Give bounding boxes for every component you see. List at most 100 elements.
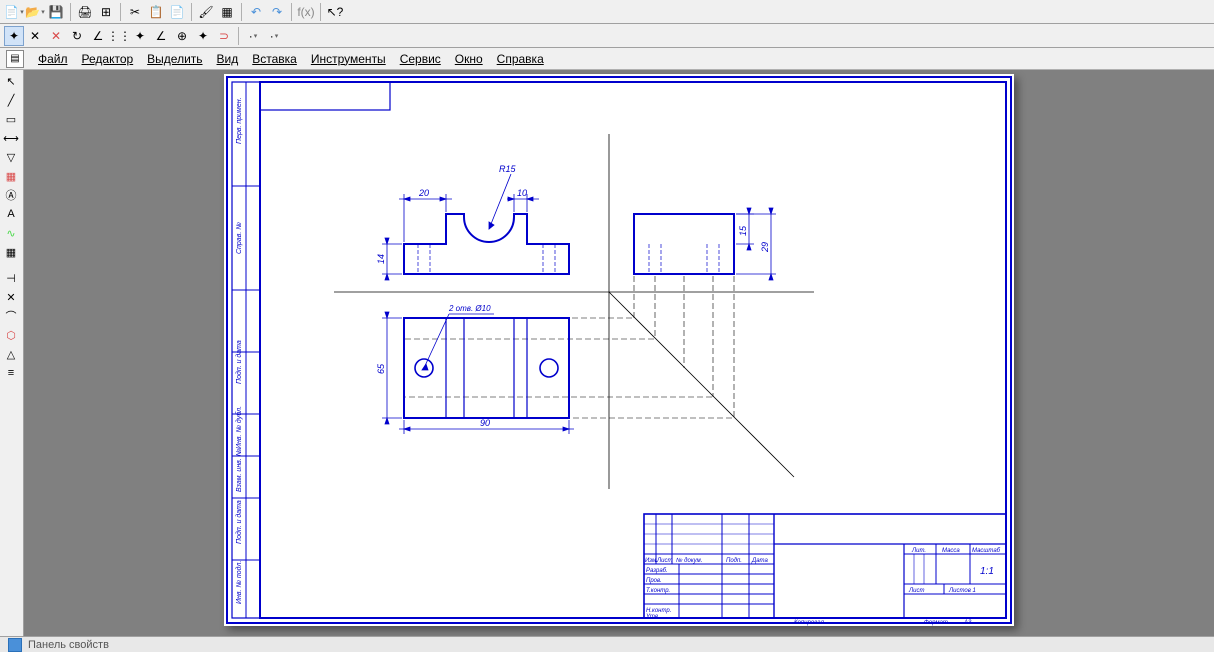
side-label-7: Инв. № подл. (235, 561, 243, 604)
separator (238, 27, 239, 45)
menubar: ▤ Файл Редактор Выделить Вид Вставка Инс… (0, 48, 1214, 70)
panel-icon[interactable] (8, 638, 22, 652)
left-toolbar: ↖ ╱ ▭ ⟷ ▽ ▦ Ⓐ А ∿ ▦ ⊣ ✕ ⌒ ⬡ △ ≡ (0, 70, 24, 636)
snap-x-icon[interactable]: ✕ (46, 26, 66, 46)
separator (70, 3, 71, 21)
menu-tools[interactable]: Инструменты (311, 52, 386, 66)
snap-circle-icon[interactable]: ⊕ (172, 26, 192, 46)
menu-select[interactable]: Выделить (147, 52, 202, 66)
menu-window[interactable]: Окно (455, 52, 483, 66)
tb-format: Формат (924, 620, 948, 626)
menu-file[interactable]: Файл (38, 52, 68, 66)
title-block (644, 514, 1006, 618)
front-view (404, 214, 569, 274)
open-icon[interactable]: 📂 (25, 2, 45, 22)
tool-dim-icon[interactable]: ⟷ (1, 129, 21, 147)
separator (241, 3, 242, 21)
tool-compass-icon[interactable]: Ⓐ (1, 186, 21, 204)
dim-r15: R15 (499, 164, 517, 174)
statusbar: Панель свойств (0, 636, 1214, 652)
tb-utv: Утв. (645, 614, 660, 620)
snap-magnet-icon[interactable]: ⊃ (214, 26, 234, 46)
help-cursor-icon[interactable]: ↖? (325, 2, 345, 22)
separator (291, 3, 292, 21)
workspace: ↖ ╱ ▭ ⟷ ▽ ▦ Ⓐ А ∿ ▦ ⊣ ✕ ⌒ ⬡ △ ≡ (0, 70, 1214, 636)
tb-izm: Изм. (645, 558, 658, 564)
new-icon[interactable]: 📄 (4, 2, 24, 22)
side-label-4: Инв. № дубл. (235, 406, 243, 449)
properties-icon[interactable]: ▦ (217, 2, 237, 22)
panel-label: Панель свойств (28, 639, 109, 651)
side-label-6: Подп. и дата (235, 500, 243, 544)
tool-arc-icon[interactable]: ⌒ (1, 307, 21, 325)
dim-14: 14 (376, 254, 386, 264)
tb-razrab: Разраб. (646, 568, 668, 574)
dim-65: 65 (376, 363, 386, 374)
preview-icon[interactable]: ⊞ (96, 2, 116, 22)
menu-service[interactable]: Сервис (400, 52, 441, 66)
menu-insert[interactable]: Вставка (252, 52, 297, 66)
cut-icon[interactable]: ✂ (125, 2, 145, 22)
top-view (404, 318, 569, 418)
tool-rough-icon[interactable]: ▽ (1, 148, 21, 166)
tb-massa: Масса (942, 548, 960, 554)
tool-line-icon[interactable]: ╱ (1, 91, 21, 109)
brush-icon[interactable]: 🖌 (196, 2, 216, 22)
snap-angle2-icon[interactable]: ∠ (151, 26, 171, 46)
tb-lit: Лит. (911, 548, 926, 554)
menu-help[interactable]: Справка (497, 52, 544, 66)
snap-dd2-icon[interactable]: · (264, 26, 284, 46)
tool-hatch-icon[interactable]: ▦ (1, 167, 21, 185)
tb-a3: А3 (963, 620, 972, 626)
side-label-5: Взам. инв. № (236, 448, 243, 492)
side-label-1: Перв. примен. (236, 97, 243, 144)
tool-break-icon[interactable]: ⊣ (1, 269, 21, 287)
tb-kopiroval: Копировал (794, 620, 824, 626)
tool-angle-icon[interactable]: △ (1, 345, 21, 363)
menu-editor[interactable]: Редактор (82, 52, 134, 66)
tool-table-icon[interactable]: ▦ (1, 243, 21, 261)
paste-icon[interactable]: 📄 (167, 2, 187, 22)
tool-spline-icon[interactable]: ∿ (1, 224, 21, 242)
snap-grid-icon[interactable]: ⋮⋮ (109, 26, 129, 46)
toolbar-snap: ✦ ✕ ✕ ↻ ∠ ⋮⋮ ✦ ∠ ⊕ ✦ ⊃ · · (0, 24, 1214, 48)
print-icon[interactable]: 🖨 (75, 2, 95, 22)
save-icon[interactable]: 💾 (46, 2, 66, 22)
tool-text-icon[interactable]: А (1, 205, 21, 223)
tool-param-icon[interactable]: ≡ (1, 364, 21, 382)
side-label-2: Справ. № (236, 222, 243, 254)
tb-ndokum: № докум. (676, 557, 702, 564)
tb-prov: Пров. (646, 578, 662, 584)
menu-view[interactable]: Вид (217, 52, 239, 66)
side-view (634, 214, 734, 274)
gap (1, 262, 22, 268)
tool-center-icon[interactable]: ✕ (1, 288, 21, 306)
tool-rect-icon[interactable]: ▭ (1, 110, 21, 128)
tool-edit-icon[interactable]: ⬡ (1, 326, 21, 344)
copy-icon[interactable]: 📋 (146, 2, 166, 22)
snap-dd1-icon[interactable]: · (243, 26, 263, 46)
note-holes: 2 отв. Ø10 (448, 304, 491, 313)
tool-cursor-icon[interactable]: ↖ (1, 72, 21, 90)
snap-tool-icon[interactable]: ✕ (25, 26, 45, 46)
tb-scale: 1:1 (980, 566, 994, 577)
tb-tkontr: Т.контр. (646, 588, 670, 594)
undo-icon[interactable]: ↶ (246, 2, 266, 22)
drawing-canvas[interactable]: Перв. примен. Справ. № Подп. и дата Инв.… (24, 70, 1214, 636)
separator (191, 3, 192, 21)
dim-15: 15 (738, 225, 748, 236)
separator (320, 3, 321, 21)
redo-icon[interactable]: ↷ (267, 2, 287, 22)
tb-data: Дата (751, 558, 768, 564)
app-icon[interactable]: ▤ (6, 50, 24, 68)
snap-point-icon[interactable]: ✦ (193, 26, 213, 46)
snap-endpoint-icon[interactable]: ✦ (4, 26, 24, 46)
snap-orbit-icon[interactable]: ↻ (67, 26, 87, 46)
tb-podp: Подп. (726, 558, 742, 564)
tb-list: Лист (656, 558, 672, 564)
side-label-3: Подп. и дата (235, 340, 243, 384)
drawing-paper: Перв. примен. Справ. № Подп. и дата Инв.… (224, 74, 1014, 626)
snap-tool2-icon[interactable]: ✦ (130, 26, 150, 46)
snap-angle-icon[interactable]: ∠ (88, 26, 108, 46)
fx-icon[interactable]: f(x) (296, 2, 316, 22)
